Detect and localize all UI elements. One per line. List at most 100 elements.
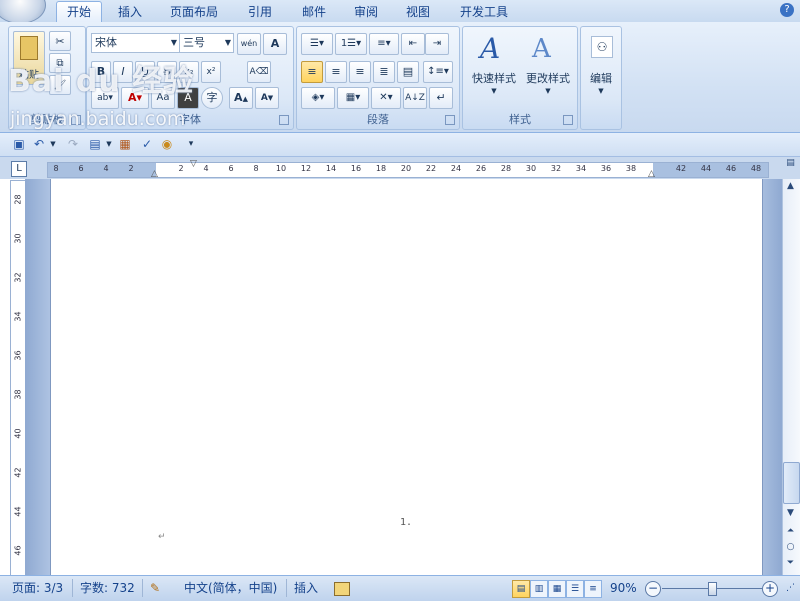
- change-styles-button[interactable]: A 更改样式 ▼: [521, 31, 575, 101]
- paragraph-dialog-launcher[interactable]: [445, 115, 455, 125]
- char-border-button[interactable]: A: [263, 33, 287, 55]
- customize-qat-icon[interactable]: ▾: [184, 137, 198, 151]
- grow-font-button[interactable]: A▲: [229, 87, 253, 109]
- next-page-icon[interactable]: ⏷: [784, 557, 797, 570]
- font-name-combo[interactable]: 宋体 ▼: [91, 33, 180, 53]
- align-right-button[interactable]: ≡: [349, 61, 371, 83]
- spelling-check-icon[interactable]: ✎: [150, 580, 160, 596]
- tab-page-layout[interactable]: 页面布局: [160, 2, 228, 22]
- scroll-down-icon[interactable]: ▼: [784, 507, 797, 520]
- tab-review[interactable]: 审阅: [344, 2, 388, 22]
- font-dialog-launcher[interactable]: [279, 115, 289, 125]
- chevron-down-icon[interactable]: ▼: [102, 137, 116, 151]
- justify-button[interactable]: ≣: [373, 61, 395, 83]
- page-number-field[interactable]: 1.: [400, 517, 412, 528]
- chinese-layout-button[interactable]: ✕▾: [371, 87, 401, 109]
- chevron-down-icon: ▼: [545, 87, 551, 95]
- quick-styles-button[interactable]: A 快速样式 ▼: [467, 31, 521, 101]
- ruler-tick-label: 18: [375, 164, 387, 173]
- increase-indent-button[interactable]: ⇥: [425, 33, 449, 55]
- scroll-thumb[interactable]: [783, 462, 800, 504]
- save-icon[interactable]: ▣: [12, 137, 26, 151]
- tab-developer[interactable]: 开发工具: [450, 2, 518, 22]
- previous-page-icon[interactable]: ⏶: [784, 525, 797, 538]
- shrink-font-button[interactable]: A▼: [255, 87, 279, 109]
- ruler-tick-label: 10: [275, 164, 287, 173]
- zoom-in-icon[interactable]: +: [762, 581, 778, 597]
- help-button[interactable]: ?: [780, 3, 794, 17]
- tab-home[interactable]: 开始: [56, 1, 103, 23]
- spelling-icon[interactable]: ✓: [140, 137, 154, 151]
- zoom-slider-thumb[interactable]: [708, 582, 717, 596]
- numbering-button[interactable]: 1☰▾: [335, 33, 367, 55]
- scroll-up-icon[interactable]: ▲: [784, 180, 797, 193]
- chevron-down-icon[interactable]: ▼: [46, 137, 60, 151]
- line-spacing-button[interactable]: ↕≡▾: [423, 61, 453, 83]
- full-screen-reading-icon[interactable]: ▥: [530, 580, 548, 598]
- tab-label: 开始: [67, 5, 92, 19]
- tab-mailings[interactable]: 邮件: [292, 2, 336, 22]
- font-size-combo[interactable]: 三号 ▼: [179, 33, 234, 53]
- styles-dialog-launcher[interactable]: [563, 115, 573, 125]
- macro-record-icon[interactable]: [334, 582, 350, 596]
- web-layout-icon[interactable]: ▦: [548, 580, 566, 598]
- decrease-indent-button[interactable]: ⇤: [401, 33, 425, 55]
- view-ruler-icon[interactable]: ▤: [784, 157, 797, 170]
- print-preview-icon[interactable]: ▦: [118, 137, 132, 151]
- down-arrow-icon: ▼: [267, 94, 274, 102]
- tab-references[interactable]: 引用: [238, 2, 282, 22]
- new-document-icon[interactable]: ▤: [88, 137, 102, 151]
- tab-insert[interactable]: 插入: [108, 2, 152, 22]
- tab-label: 邮件: [302, 5, 327, 19]
- draw-table-icon[interactable]: ◉: [160, 137, 174, 151]
- bullets-button[interactable]: ☰▾: [301, 33, 333, 55]
- ruler-tick-label: 8: [253, 164, 259, 173]
- align-right-icon: ≡: [355, 65, 365, 78]
- show-marks-button[interactable]: ↵: [429, 87, 453, 109]
- vertical-ruler[interactable]: 28 30 32 34 36 38 40 42 44 46: [10, 180, 26, 577]
- page-count[interactable]: 页面: 3/3: [12, 580, 63, 596]
- phonetic-guide-button[interactable]: wén: [237, 33, 261, 55]
- editing-group: ⚇ 编辑 ▼: [580, 26, 622, 130]
- select-browse-object-icon[interactable]: ○: [784, 541, 797, 554]
- document-page[interactable]: [50, 179, 763, 575]
- draft-view-icon[interactable]: ≡: [584, 580, 602, 598]
- first-line-indent-marker[interactable]: ▽: [190, 159, 197, 169]
- styles-group-label: 样式: [509, 113, 531, 126]
- shading-button[interactable]: ◈▾: [301, 87, 335, 109]
- redo-icon[interactable]: ↷: [66, 137, 80, 151]
- zoom-out-icon[interactable]: −: [645, 581, 661, 597]
- distribute-button[interactable]: ▤: [397, 61, 419, 83]
- print-layout-view-icon[interactable]: ▤: [512, 580, 530, 598]
- resize-grip-icon[interactable]: ⋰: [786, 580, 795, 596]
- insert-mode[interactable]: 插入: [294, 580, 318, 596]
- tab-label: 页面布局: [170, 5, 219, 19]
- multilevel-list-button[interactable]: ≡▾: [369, 33, 399, 55]
- right-indent-marker[interactable]: △: [648, 169, 655, 179]
- clear-format-button[interactable]: A⌫: [247, 61, 271, 83]
- editing-button[interactable]: ⚇ 编辑 ▼: [584, 31, 618, 101]
- tab-selector[interactable]: L: [11, 161, 27, 177]
- ruler-tick-label: 46: [725, 164, 737, 173]
- vertical-ruler-tick-label: 44: [13, 506, 23, 517]
- align-left-button[interactable]: ≡: [301, 61, 323, 83]
- font-name-value: 宋体: [95, 36, 117, 49]
- superscript-button[interactable]: x²: [201, 61, 221, 83]
- zoom-level[interactable]: 90%: [610, 580, 637, 596]
- cut-button[interactable]: ✂: [49, 31, 71, 51]
- horizontal-ruler[interactable]: 8 6 4 2 2 4 6 8 10 12 14 16 18 20 22 24 26 28 30 32 34 36 38 42…: [47, 159, 769, 179]
- word-count[interactable]: 字数: 732: [80, 580, 135, 596]
- left-indent-marker[interactable]: △: [151, 169, 158, 179]
- undo-icon[interactable]: ↶: [32, 137, 46, 151]
- tab-view[interactable]: 视图: [396, 2, 440, 22]
- enclose-char-button[interactable]: 字: [201, 87, 223, 109]
- sort-button[interactable]: A↓Z: [403, 87, 427, 109]
- bullet-list-icon: ☰▾: [310, 38, 324, 49]
- language-indicator[interactable]: 中文(简体，中国): [184, 580, 277, 596]
- align-center-icon: ≡: [331, 65, 341, 78]
- tab-label: 开发工具: [460, 5, 509, 19]
- align-center-button[interactable]: ≡: [325, 61, 347, 83]
- borders-button[interactable]: ▦▾: [337, 87, 369, 109]
- ruler-tick-label: 44: [700, 164, 712, 173]
- outline-view-icon[interactable]: ☰: [566, 580, 584, 598]
